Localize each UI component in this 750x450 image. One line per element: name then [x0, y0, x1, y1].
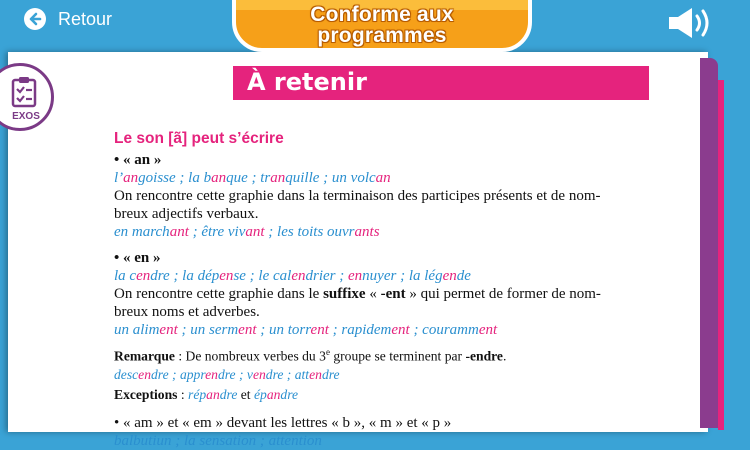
examples-en: la cendre ; la dépense ; le calendrier ;… — [114, 268, 471, 284]
sound-highlight: ant — [169, 224, 189, 240]
sound-highlight: ants — [354, 224, 380, 240]
page-title: À retenir — [247, 68, 367, 96]
sound-highlight: en — [442, 268, 457, 284]
back-arrow-icon — [24, 8, 46, 30]
page-edge-accent — [718, 80, 724, 430]
sound-highlight: en — [205, 366, 218, 382]
examples-am-em: balbutiun ; la sensation ; attention — [114, 432, 322, 449]
sound-highlight: ent — [159, 322, 178, 338]
sound-highlight: ent — [310, 322, 329, 338]
examples-en-2: un aliment ; un serment ; un torrent ; r… — [114, 322, 498, 338]
sound-highlight: ent — [238, 322, 257, 338]
exos-label: EXOS — [12, 111, 40, 122]
back-button[interactable]: Retour — [24, 8, 112, 30]
examples-an: l’angoisse ; la banque ; tranquille ; un… — [114, 170, 391, 186]
sound-highlight: en — [136, 268, 151, 284]
title-bar: À retenir — [233, 66, 649, 100]
examples-an-2: en marchant ; être vivant ; les toits ou… — [114, 224, 380, 240]
banner-line-2: programmes — [317, 24, 447, 47]
sound-highlight: en — [252, 366, 266, 382]
text-en-line2: breux noms et adverbes. — [114, 304, 260, 320]
speaker-icon[interactable] — [666, 6, 718, 45]
text-an-line2: breux adjectifs verbaux. — [114, 206, 259, 222]
sound-highlight: an — [375, 170, 391, 186]
sound-highlight: an — [270, 170, 286, 186]
bullet-en: • « en » — [114, 250, 161, 266]
remarque: Remarque : De nombreux verbes du 3e grou… — [114, 347, 507, 364]
exceptions: Exceptions : répandre et épandre — [114, 386, 299, 402]
back-label: Retour — [58, 8, 113, 29]
sound-highlight: en — [291, 268, 306, 284]
sound-highlight: en — [219, 268, 234, 284]
examples-remarque: descendre ; apprendre ; vendre ; attendr… — [114, 366, 340, 382]
sound-highlight: an — [211, 170, 227, 186]
checklist-icon — [3, 76, 39, 113]
sound-highlight: ent — [478, 322, 498, 338]
banner-line-1: Conforme aux — [310, 3, 454, 26]
sound-highlight: an — [123, 170, 139, 186]
sound-highlight: en — [348, 268, 363, 284]
lesson-content: Le son [ã] peut s’écrire • « an » l’ango… — [114, 130, 659, 450]
sound-highlight: en — [309, 366, 322, 382]
section-heading: Le son [ã] peut s’écrire — [114, 130, 284, 147]
programme-banner: Conforme aux programmes — [232, 0, 532, 52]
bullet-an: • « an » — [114, 152, 162, 168]
sound-highlight: ent — [391, 322, 410, 338]
sound-highlight: ant — [245, 224, 265, 240]
text-an-line1: On rencontre cette graphie dans la termi… — [114, 188, 601, 204]
sound-highlight: en — [138, 366, 151, 382]
page-edge — [700, 58, 718, 428]
text-en-line1: On rencontre cette graphie dans le suffi… — [114, 286, 601, 302]
